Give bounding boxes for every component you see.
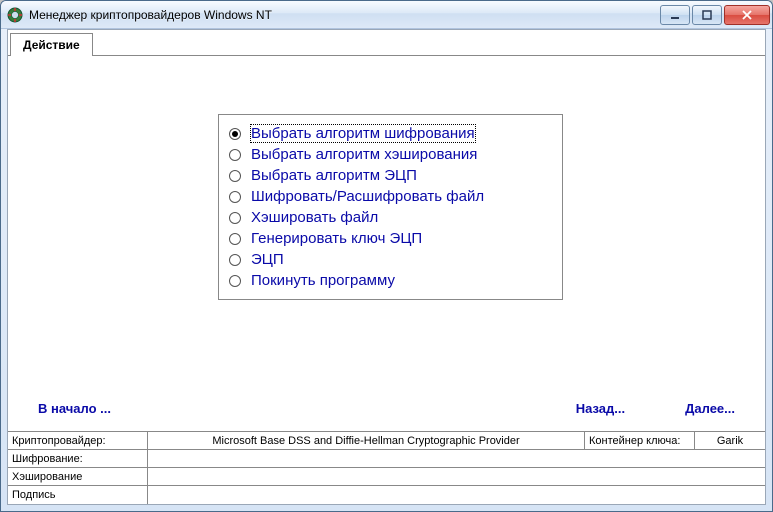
- option-encrypt-decrypt-file[interactable]: Шифровать/Расшифровать файл: [229, 186, 552, 207]
- option-label: ЭЦП: [251, 251, 284, 268]
- option-signature-algorithm[interactable]: Выбрать алгоритм ЭЦП: [229, 165, 552, 186]
- option-label: Выбрать алгоритм шифрования: [251, 125, 475, 142]
- option-digital-signature[interactable]: ЭЦП: [229, 249, 552, 270]
- radio-icon: [229, 233, 241, 245]
- option-exit-program[interactable]: Покинуть программу: [229, 270, 552, 291]
- option-label: Генерировать ключ ЭЦП: [251, 230, 422, 247]
- status-grid: Криптопровайдер: Microsoft Base DSS and …: [8, 431, 765, 504]
- tab-bar: Действие: [8, 30, 765, 56]
- encryption-value: [148, 450, 765, 467]
- radio-icon: [229, 170, 241, 182]
- hashing-value: [148, 468, 765, 485]
- signature-value: [148, 486, 765, 504]
- radio-icon: [229, 212, 241, 224]
- status-row-signature: Подпись: [8, 486, 765, 504]
- options-group: Выбрать алгоритм шифрования Выбрать алго…: [218, 114, 563, 300]
- radio-icon: [229, 191, 241, 203]
- option-label: Покинуть программу: [251, 272, 395, 289]
- key-container-label: Контейнер ключа:: [585, 432, 695, 449]
- option-label: Выбрать алгоритм хэширования: [251, 146, 477, 163]
- minimize-button[interactable]: [660, 5, 690, 25]
- tab-action[interactable]: Действие: [10, 33, 93, 56]
- option-label: Шифровать/Расшифровать файл: [251, 188, 484, 205]
- key-container-value: Garik: [695, 432, 765, 449]
- titlebar[interactable]: Менеджер криптопровайдеров Windows NT: [1, 1, 772, 29]
- option-label: Хэшировать файл: [251, 209, 378, 226]
- hashing-label: Хэширование: [8, 468, 148, 485]
- option-label: Выбрать алгоритм ЭЦП: [251, 167, 417, 184]
- signature-label: Подпись: [8, 486, 148, 504]
- status-row-cryptoprovider: Криптопровайдер: Microsoft Base DSS and …: [8, 432, 765, 450]
- encryption-label: Шифрование:: [8, 450, 148, 467]
- maximize-button[interactable]: [692, 5, 722, 25]
- window-buttons: [658, 5, 770, 25]
- option-hash-file[interactable]: Хэшировать файл: [229, 207, 552, 228]
- radio-icon: [229, 275, 241, 287]
- close-button[interactable]: [724, 5, 770, 25]
- client-area: Действие Выбрать алгоритм шифрования Выб…: [7, 29, 766, 505]
- option-generate-key[interactable]: Генерировать ключ ЭЦП: [229, 228, 552, 249]
- radio-icon: [229, 254, 241, 266]
- radio-icon: [229, 128, 241, 140]
- status-row-hashing: Хэширование: [8, 468, 765, 486]
- cryptoprovider-value: Microsoft Base DSS and Diffie-Hellman Cr…: [148, 432, 585, 449]
- nav-back-link[interactable]: Назад...: [576, 401, 625, 416]
- nav-start-link[interactable]: В начало ...: [38, 401, 576, 416]
- option-encryption-algorithm[interactable]: Выбрать алгоритм шифрования: [229, 123, 552, 144]
- status-row-encryption: Шифрование:: [8, 450, 765, 468]
- content-area: Выбрать алгоритм шифрования Выбрать алго…: [8, 56, 765, 504]
- option-hashing-algorithm[interactable]: Выбрать алгоритм хэширования: [229, 144, 552, 165]
- cryptoprovider-label: Криптопровайдер:: [8, 432, 148, 449]
- radio-icon: [229, 149, 241, 161]
- nav-row: В начало ... Назад... Далее...: [8, 401, 765, 416]
- app-icon: [7, 7, 23, 23]
- window-title: Менеджер криптопровайдеров Windows NT: [29, 8, 658, 22]
- nav-next-link[interactable]: Далее...: [685, 401, 735, 416]
- app-window: Менеджер криптопровайдеров Windows NT Де…: [0, 0, 773, 512]
